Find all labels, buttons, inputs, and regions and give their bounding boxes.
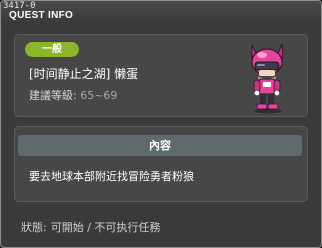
content-header: 內容 (18, 135, 302, 156)
recommended-level: 建議等級: 65~69 (29, 89, 117, 102)
quest-category-badge: 一般 (25, 42, 79, 57)
pink-robot-npc-icon (251, 43, 284, 114)
quest-content-panel: 內容 要去地球本部附近找冒险勇者粉狼 (14, 126, 308, 202)
quest-status-label: 狀態: (21, 221, 47, 234)
recommended-level-label: 建議等級: (29, 89, 77, 102)
recommended-level-value: 65~69 (80, 89, 118, 102)
window-title: QUEST INFO (9, 10, 74, 21)
quest-info-window: 3417-0 QUEST INFO 一般 [时间静止之湖] 懒蛋 建議等級: 6… (0, 0, 322, 248)
quest-summary-panel: 一般 [时间静止之湖] 懒蛋 建議等級: 65~69 (14, 34, 308, 117)
title-bar[interactable]: 3417-0 QUEST INFO (1, 1, 321, 23)
quest-status: 狀態: 可開始 / 不可执行任務 (21, 221, 164, 234)
content-description: 要去地球本部附近找冒险勇者粉狼 (29, 170, 194, 183)
quest-status-value: 可開始 / 不可执行任務 (50, 221, 161, 234)
quest-name: [时间静止之湖] 懒蛋 (29, 67, 139, 81)
